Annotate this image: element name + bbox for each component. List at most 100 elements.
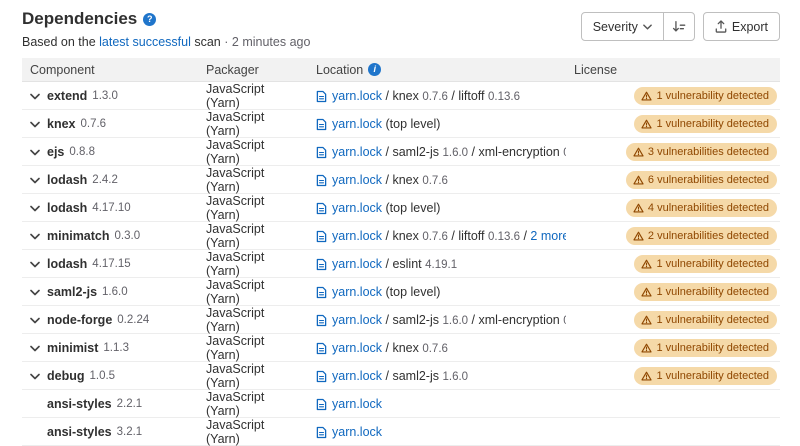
component-version: 4.17.10 (92, 202, 130, 214)
dependency-path-version: 1.6.0 (442, 315, 468, 327)
vulnerability-badge: 1 vulnerability detected (634, 339, 777, 357)
dependency-path-version: 0.7.4 (563, 147, 566, 159)
subtitle-prefix: Based on the (22, 35, 96, 49)
dependency-path-version: 0.7.4 (563, 315, 566, 327)
vulnerability-badge: 1 vulnerability detected (634, 255, 777, 273)
column-header-component: Component (22, 63, 198, 77)
table-row: minimatch 0.3.0 JavaScript (Yarn) yarn.l… (22, 222, 780, 250)
expand-chevron-icon[interactable] (30, 230, 42, 242)
lockfile-link[interactable]: yarn.lock (332, 257, 382, 271)
dependency-path-name: saml2-js (392, 145, 439, 159)
dependency-path-version: 0.7.6 (422, 343, 448, 355)
warning-triangle-icon (633, 231, 644, 241)
dependency-path-version: 0.13.6 (488, 91, 520, 103)
expand-chevron-icon[interactable] (30, 174, 42, 186)
severity-dropdown-button[interactable]: Severity (581, 12, 664, 41)
expand-chevron-icon[interactable] (30, 118, 42, 130)
sort-direction-button[interactable] (663, 12, 695, 41)
component-version: 0.7.6 (81, 118, 107, 130)
component-name: node-forge (47, 313, 112, 327)
path-separator: / (382, 313, 392, 327)
lockfile-link[interactable]: yarn.lock (332, 341, 382, 355)
location-cell: yarn.lock / knex 0.7.6 / liftoff 0.13.6 … (308, 229, 566, 243)
lockfile-link[interactable]: yarn.lock (332, 145, 382, 159)
component-version: 3.2.1 (117, 426, 143, 438)
lockfile-icon (316, 286, 327, 299)
scan-timestamp: 2 minutes ago (232, 35, 311, 49)
help-question-icon[interactable]: ? (143, 13, 156, 26)
more-locations-link[interactable]: 2 more (530, 229, 566, 243)
expand-chevron-icon[interactable] (30, 202, 42, 214)
packager-label: JavaScript (Yarn) (206, 82, 300, 110)
expand-chevron-icon[interactable] (30, 146, 42, 158)
warning-triangle-icon (641, 343, 652, 353)
table-row: extend 1.3.0 JavaScript (Yarn) yarn.lock… (22, 82, 780, 110)
vulnerability-badge-label: 1 vulnerability detected (656, 368, 769, 384)
expand-chevron-icon[interactable] (30, 370, 42, 382)
vulnerability-badge: 2 vulnerabilities detected (626, 227, 777, 245)
vulnerability-cell: 1 vulnerability detected (686, 283, 780, 301)
dependency-path-version: 1.6.0 (442, 371, 468, 383)
column-header-packager: Packager (198, 63, 308, 77)
location-path: yarn.lock / knex 0.7.6 (332, 341, 448, 355)
packager-cell: JavaScript (Yarn) (198, 110, 308, 138)
location-path: yarn.lock (332, 425, 382, 439)
component-cell: saml2-js 1.6.0 (22, 285, 198, 299)
expand-chevron-icon[interactable] (30, 258, 42, 270)
packager-label: JavaScript (Yarn) (206, 418, 300, 446)
packager-cell: JavaScript (Yarn) (198, 334, 308, 362)
packager-label: JavaScript (Yarn) (206, 250, 300, 278)
packager-cell: JavaScript (Yarn) (198, 250, 308, 278)
component-cell: lodash 4.17.10 (22, 201, 198, 215)
latest-successful-scan-link[interactable]: latest successful (99, 35, 191, 49)
location-cell: yarn.lock / eslint 4.19.1 (308, 257, 566, 271)
table-row: saml2-js 1.6.0 JavaScript (Yarn) yarn.lo… (22, 278, 780, 306)
location-cell: yarn.lock (top level) (308, 201, 566, 215)
packager-label: JavaScript (Yarn) (206, 166, 300, 194)
expand-chevron-icon[interactable] (30, 314, 42, 326)
export-button[interactable]: Export (703, 12, 780, 41)
warning-triangle-icon (641, 315, 652, 325)
component-version: 2.4.2 (92, 174, 118, 186)
location-note: (top level) (386, 201, 441, 215)
lockfile-link[interactable]: yarn.lock (332, 397, 382, 411)
packager-label: JavaScript (Yarn) (206, 390, 300, 418)
lockfile-link[interactable]: yarn.lock (332, 285, 382, 299)
location-cell: yarn.lock / saml2-js 1.6.0 (308, 369, 566, 383)
lockfile-link[interactable]: yarn.lock (332, 89, 382, 103)
lockfile-icon (316, 426, 327, 439)
vulnerability-cell: 1 vulnerability detected (686, 311, 780, 329)
path-separator: / (448, 229, 458, 243)
table-row: minimist 1.1.3 JavaScript (Yarn) yarn.lo… (22, 334, 780, 362)
component-cell: extend 1.3.0 (22, 89, 198, 103)
expand-chevron-icon[interactable] (30, 286, 42, 298)
table-row: lodash 2.4.2 JavaScript (Yarn) yarn.lock… (22, 166, 780, 194)
lockfile-link[interactable]: yarn.lock (332, 201, 382, 215)
packager-cell: JavaScript (Yarn) (198, 82, 308, 110)
lockfile-link[interactable]: yarn.lock (332, 173, 382, 187)
lockfile-icon (316, 398, 327, 411)
location-cell: yarn.lock / saml2-js 1.6.0 / xml-encrypt… (308, 313, 566, 327)
lockfile-link[interactable]: yarn.lock (332, 425, 382, 439)
location-path: yarn.lock / knex 0.7.6 / liftoff 0.13.6 (332, 89, 520, 103)
table-row: node-forge 0.2.24 JavaScript (Yarn) yarn… (22, 306, 780, 334)
lockfile-link[interactable]: yarn.lock (332, 369, 382, 383)
vulnerability-cell: 6 vulnerabilities detected (686, 171, 780, 189)
lockfile-icon (316, 118, 327, 131)
lockfile-link[interactable]: yarn.lock (332, 117, 382, 131)
table-row: lodash 4.17.10 JavaScript (Yarn) yarn.lo… (22, 194, 780, 222)
expand-chevron-icon[interactable] (30, 90, 42, 102)
dependencies-table: Component Packager Location i License ex… (22, 58, 780, 446)
dependency-path-version: 4.19.1 (425, 259, 457, 271)
vulnerability-cell: 1 vulnerability detected (686, 115, 780, 133)
location-info-icon[interactable]: i (368, 63, 381, 76)
lockfile-icon (316, 146, 327, 159)
expand-chevron-icon[interactable] (30, 342, 42, 354)
column-header-location: Location i (308, 63, 566, 77)
component-version: 0.3.0 (115, 230, 141, 242)
dependency-path-name: saml2-js (392, 313, 439, 327)
lockfile-link[interactable]: yarn.lock (332, 313, 382, 327)
vulnerability-badge-label: 1 vulnerability detected (656, 256, 769, 272)
location-cell: yarn.lock (top level) (308, 285, 566, 299)
lockfile-link[interactable]: yarn.lock (332, 229, 382, 243)
